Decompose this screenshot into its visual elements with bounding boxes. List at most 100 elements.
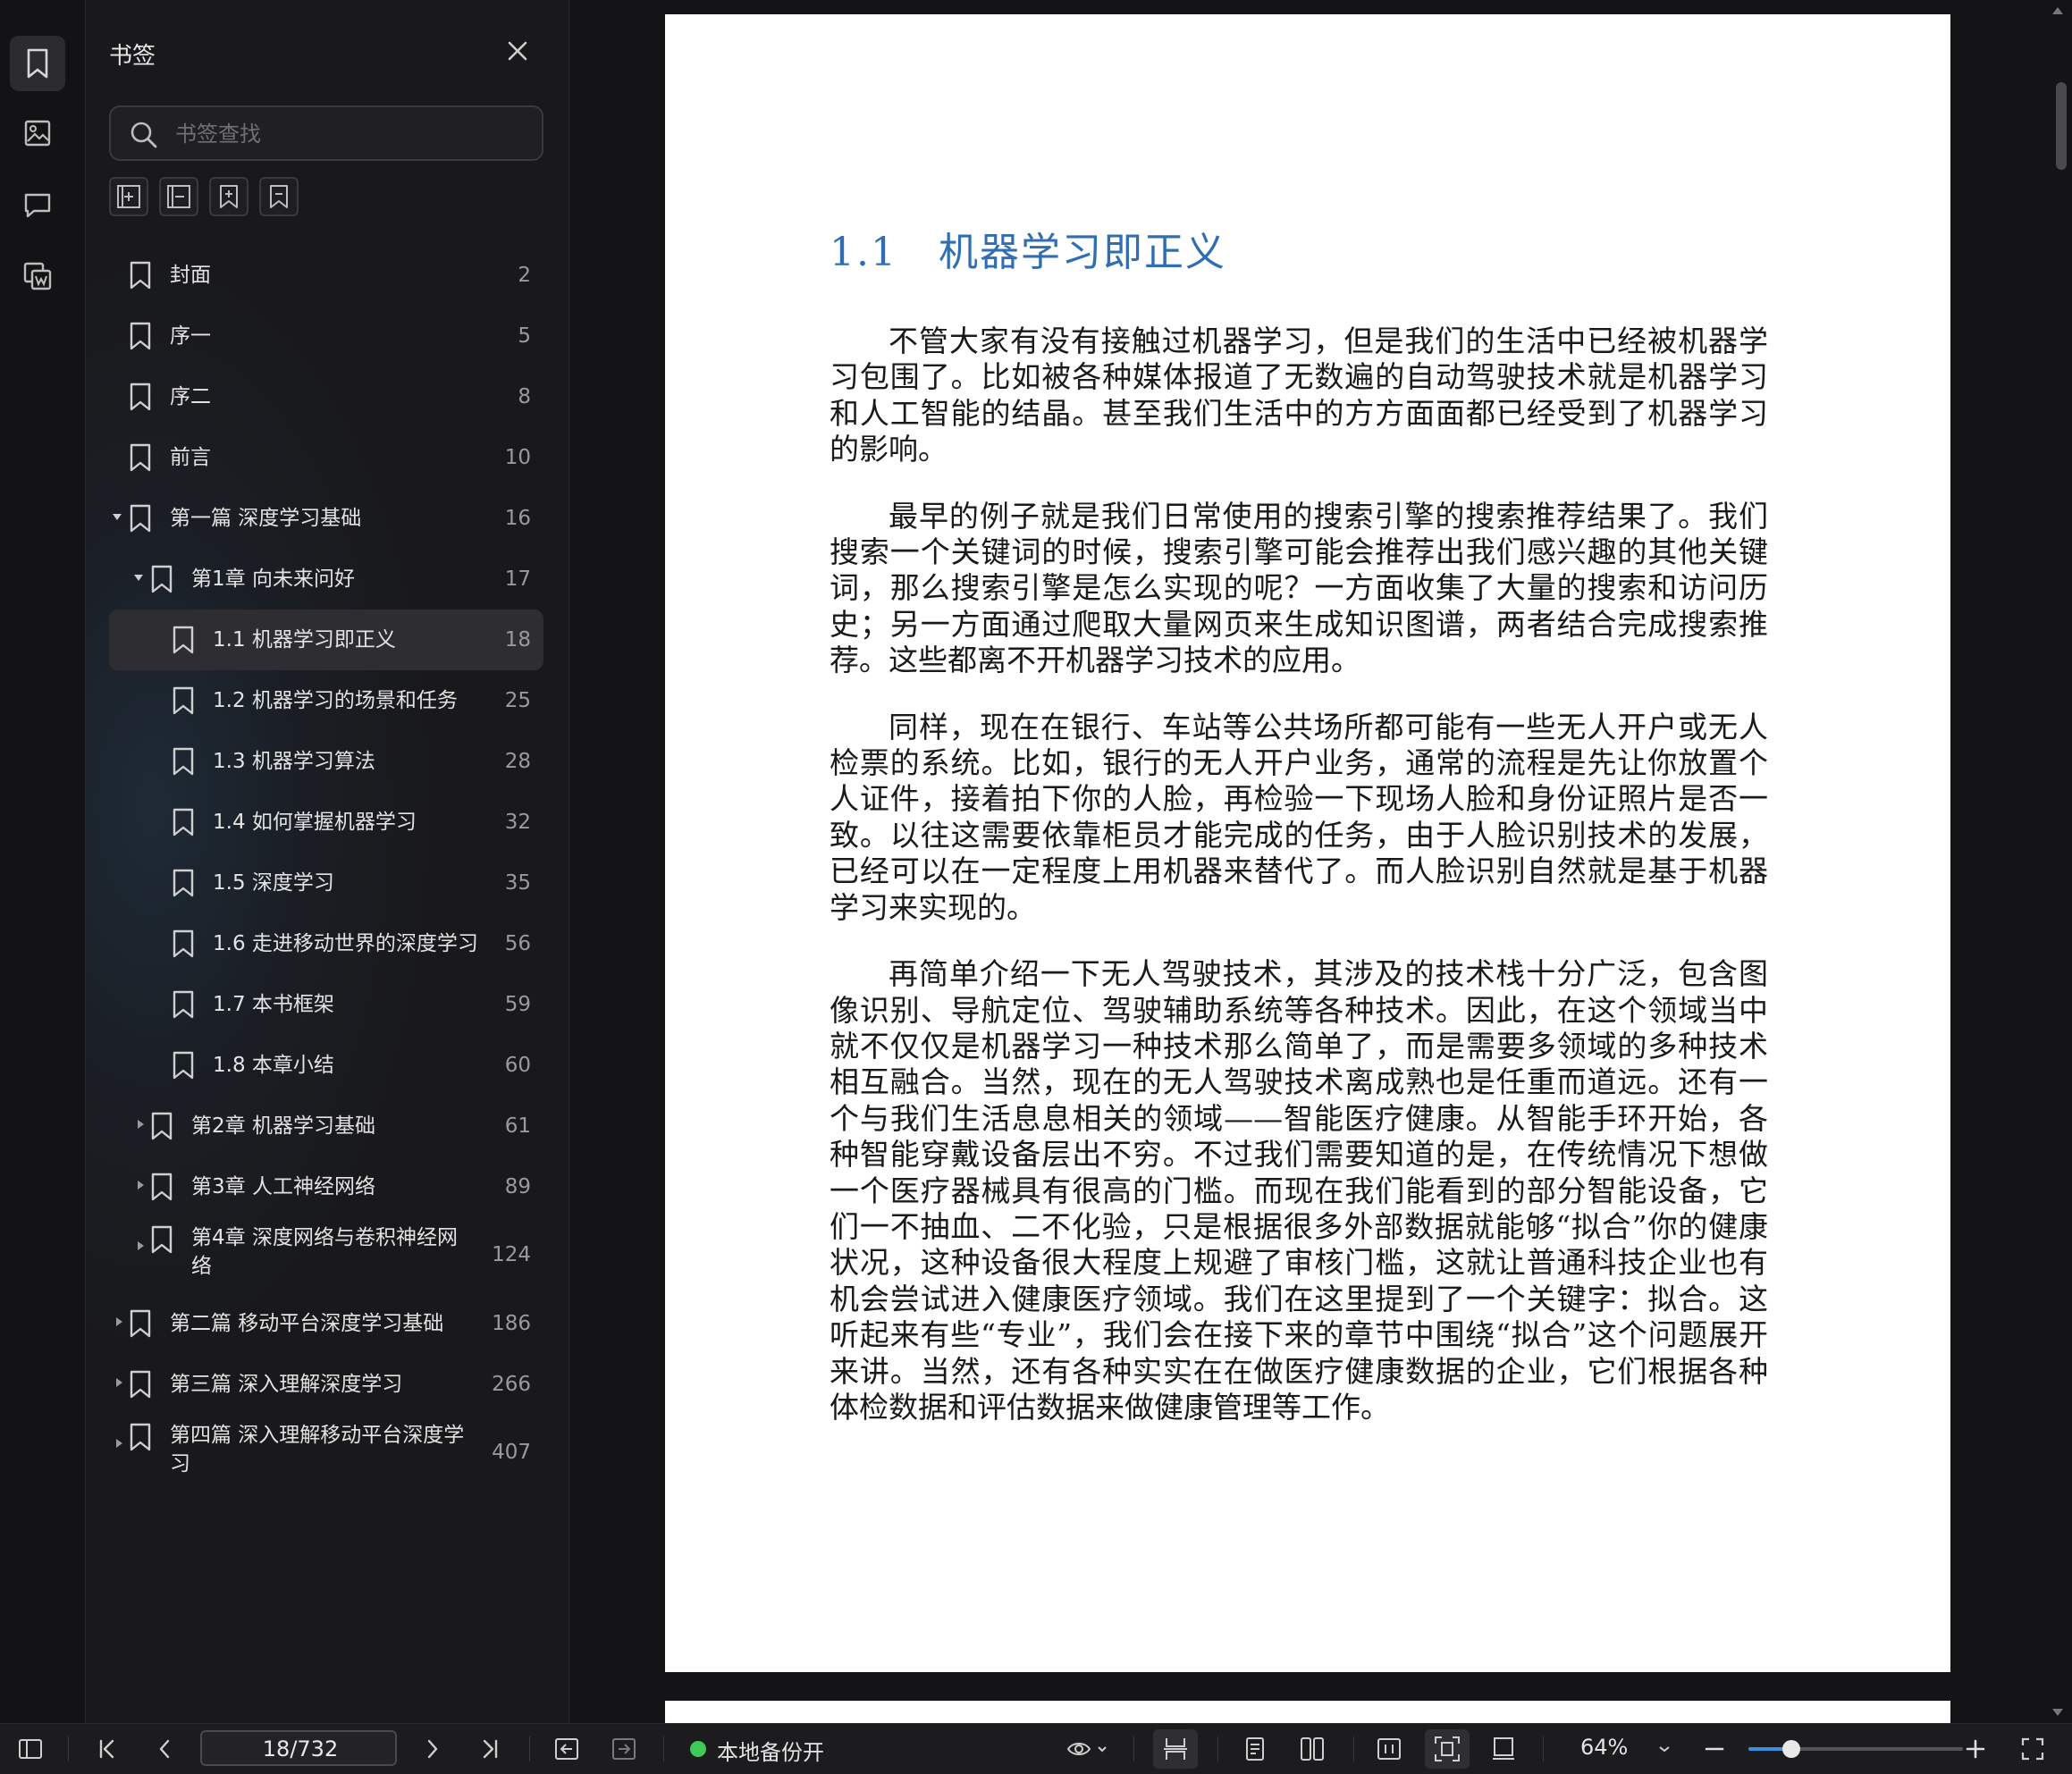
caret-down-icon[interactable] <box>112 511 122 522</box>
new-bookmark-button[interactable] <box>209 177 248 216</box>
last-page-button[interactable] <box>474 1724 506 1774</box>
bookmark-icon <box>173 990 194 1019</box>
document-view[interactable]: 1.1 机器学习即正义 不管大家有没有接触过机器学习，但是我们的生活中已经被机器… <box>569 0 2072 1736</box>
bookmark-item-part[interactable]: 第四篇 深入理解移动平台深度学习 407 <box>109 1415 543 1491</box>
bookmark-page: 5 <box>518 324 531 348</box>
thumbnail-panel-button[interactable] <box>10 105 65 161</box>
continuous-scroll-button[interactable] <box>1153 1729 1198 1769</box>
bookmark-remove-icon <box>270 185 288 208</box>
bookmark-item[interactable]: 封面 2 <box>109 245 543 306</box>
bookmark-item[interactable]: 1.3 机器学习算法 28 <box>109 731 543 792</box>
divider <box>529 1736 530 1761</box>
backup-status-label[interactable]: 本地备份开 <box>717 1735 824 1766</box>
bookmark-item-part[interactable]: 第二篇 移动平台深度学习基础 186 <box>109 1293 543 1354</box>
eye-comfort-dropdown[interactable] <box>1060 1724 1114 1774</box>
page-number-input[interactable] <box>202 1732 399 1766</box>
scroll-up-arrow[interactable] <box>2052 7 2063 14</box>
chevron-left-icon <box>159 1739 170 1759</box>
bookmark-label: 1.5 深度学习 <box>213 871 334 895</box>
bookmark-label: 序二 <box>170 385 211 408</box>
zoom-slider[interactable] <box>1748 1740 1963 1758</box>
chevron-right-icon <box>427 1739 438 1759</box>
bookmark-item[interactable]: 1.4 如何掌握机器学习 32 <box>109 792 543 853</box>
collapse-all-icon <box>167 185 190 208</box>
actual-size-icon <box>1493 1737 1514 1760</box>
zoom-level-label[interactable]: 64% <box>1580 1735 1628 1760</box>
bookmark-item[interactable]: 1.8 本章小结 60 <box>109 1035 543 1096</box>
forward-arrow-icon <box>612 1738 636 1760</box>
caret-right-icon[interactable] <box>114 1316 124 1327</box>
comments-panel-button[interactable] <box>10 177 65 232</box>
bookmark-icon <box>130 1309 151 1338</box>
bookmark-icon <box>130 1370 151 1399</box>
bookmark-label: 第2章 机器学习基础 <box>191 1114 375 1138</box>
bookmark-page: 186 <box>492 1312 531 1335</box>
backup-status-icon <box>690 1741 706 1757</box>
bookmark-search-box[interactable] <box>109 105 543 161</box>
image-icon <box>24 120 51 147</box>
bookmark-item-chapter[interactable]: 第3章 人工神经网络 89 <box>109 1156 543 1217</box>
single-page-button[interactable] <box>1235 1724 1275 1774</box>
navigate-back-button[interactable] <box>549 1724 585 1774</box>
bookmark-item-chapter[interactable]: 第4章 深度网络与卷积神经网络 124 <box>109 1217 543 1293</box>
bookmark-icon <box>27 48 48 79</box>
navigate-forward-button[interactable] <box>606 1724 642 1774</box>
bookmark-item-chapter-1[interactable]: 第1章 向未来问好 17 <box>109 549 543 610</box>
caret-right-icon[interactable] <box>135 1180 146 1190</box>
fit-width-button[interactable] <box>1369 1724 1409 1774</box>
zoom-dropdown[interactable] <box>1654 1724 1675 1774</box>
comment-icon <box>24 193 51 218</box>
document-stack-icon <box>23 262 52 290</box>
collapse-all-button[interactable] <box>159 177 198 216</box>
bookmark-item-part-1[interactable]: 第一篇 深度学习基础 16 <box>109 488 543 549</box>
attachments-panel-button[interactable] <box>10 248 65 304</box>
add-bookmark-button[interactable] <box>109 177 148 216</box>
caret-right-icon[interactable] <box>114 1377 124 1388</box>
bookmark-icon <box>151 1173 173 1201</box>
bookmark-item-chapter[interactable]: 第2章 机器学习基础 61 <box>109 1096 543 1156</box>
divider <box>1217 1736 1218 1761</box>
actual-size-button[interactable] <box>1484 1724 1523 1774</box>
two-page-button[interactable] <box>1293 1724 1332 1774</box>
zoom-out-button[interactable] <box>1698 1724 1731 1774</box>
zoom-slider-handle[interactable] <box>1782 1740 1800 1758</box>
bookmark-item[interactable]: 1.7 本书框架 59 <box>109 974 543 1035</box>
next-page-button[interactable] <box>417 1724 449 1774</box>
bookmark-label: 前言 <box>170 446 211 469</box>
fullscreen-button[interactable] <box>2015 1724 2051 1774</box>
delete-bookmark-button[interactable] <box>259 177 299 216</box>
caret-down-icon[interactable] <box>133 572 144 583</box>
scroll-down-arrow[interactable] <box>2052 1709 2063 1716</box>
bookmark-page: 56 <box>504 932 531 955</box>
caret-right-icon[interactable] <box>135 1119 146 1130</box>
bookmark-label: 第四篇 深入理解移动平台深度学习 <box>170 1424 465 1476</box>
bookmark-item[interactable]: 序一 5 <box>109 306 543 366</box>
bookmark-search-input[interactable] <box>173 118 526 150</box>
previous-page-button[interactable] <box>148 1724 181 1774</box>
bookmark-icon <box>173 626 194 654</box>
caret-right-icon[interactable] <box>135 1240 146 1251</box>
bookmark-icon <box>151 1112 173 1140</box>
bookmark-item[interactable]: 1.5 深度学习 35 <box>109 853 543 913</box>
bookmark-item[interactable]: 序二 8 <box>109 366 543 427</box>
toggle-sidebar-button[interactable] <box>13 1724 48 1774</box>
divider <box>1353 1736 1354 1761</box>
bookmark-item[interactable]: 1.6 走进移动世界的深度学习 56 <box>109 913 543 974</box>
bookmark-page: 17 <box>504 568 531 591</box>
bookmark-item-part[interactable]: 第三篇 深入理解深度学习 266 <box>109 1354 543 1415</box>
vertical-scrollbar-thumb[interactable] <box>2056 82 2067 170</box>
caret-right-icon[interactable] <box>114 1438 124 1449</box>
back-arrow-icon <box>555 1738 578 1760</box>
fit-page-button[interactable] <box>1425 1729 1470 1769</box>
first-page-button[interactable] <box>91 1724 123 1774</box>
bookmark-item[interactable]: 1.2 机器学习的场景和任务 25 <box>109 670 543 731</box>
fit-page-icon <box>1435 1736 1460 1761</box>
bookmark-panel: 书签 封面 2 序一 5 序 <box>86 0 569 1723</box>
close-panel-button[interactable] <box>506 39 529 63</box>
page-number-box[interactable] <box>200 1730 399 1766</box>
bookmark-item-selected[interactable]: 1.1 机器学习即正义 18 <box>109 610 543 670</box>
zoom-in-button[interactable] <box>1958 1724 1993 1774</box>
bookmark-panel-button[interactable] <box>10 36 65 91</box>
paragraph: 不管大家有没有接触过机器学习，但是我们的生活中已经被机器学习包围了。比如被各种媒… <box>830 324 1768 467</box>
bookmark-item[interactable]: 前言 10 <box>109 427 543 488</box>
